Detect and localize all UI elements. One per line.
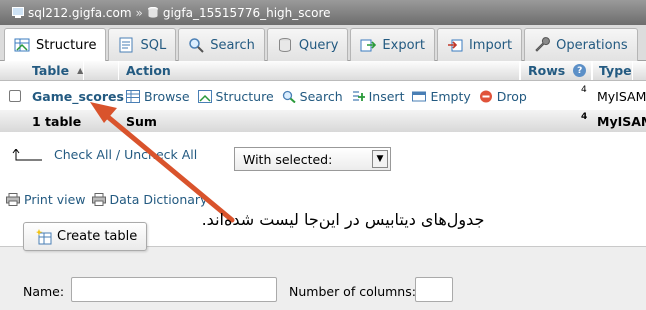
tab-structure-label: Structure (36, 37, 97, 53)
annotation-text: جدول‌های دیتابیس در این‌جا لیست شده‌اند. (201, 210, 485, 229)
browse-action[interactable]: Browse (126, 89, 190, 104)
empty-label: Empty (430, 88, 471, 104)
wrench-icon (535, 37, 551, 52)
print-bar: Print view Data Dictionary (6, 192, 213, 207)
row-count: 4 (581, 85, 587, 95)
summary-count: 1 table (32, 113, 82, 129)
sql-icon (119, 37, 133, 53)
row-checkbox-cell (9, 82, 21, 110)
header-table-label: Table (32, 63, 70, 78)
database-icon (147, 7, 158, 18)
tab-query-label: Query (298, 37, 339, 53)
tab-import[interactable]: Import (436, 28, 523, 61)
drop-icon (479, 90, 492, 102)
header-action: Action (118, 61, 520, 80)
data-dictionary-link[interactable]: Data Dictionary (91, 192, 208, 207)
query-icon (278, 38, 291, 52)
header-type: Type (592, 61, 633, 80)
print-view-label: Print view (24, 192, 86, 207)
tab-sql-label: SQL (140, 37, 167, 53)
chevron-down-icon: ▼ (372, 150, 388, 168)
breadcrumb-database[interactable]: gigfa_15515776_high_score (163, 6, 331, 20)
server-icon (12, 7, 24, 18)
export-icon (360, 39, 377, 52)
row-checkbox[interactable] (9, 90, 21, 102)
drop-action[interactable]: Drop (479, 89, 527, 104)
header-rows-label: Rows (528, 63, 566, 78)
table-name-input[interactable] (71, 277, 277, 302)
summary-rows: 4 (581, 112, 588, 122)
tab-operations-label: Operations (556, 37, 628, 53)
structure-icon (14, 38, 30, 52)
table-row: Game_scores Browse Structure Search Inse… (0, 82, 646, 110)
row-type: MyISAM (597, 88, 646, 104)
name-label: Name: (23, 284, 65, 299)
tab-operations[interactable]: Operations (524, 28, 638, 61)
with-selected-select[interactable]: With selected: ▼ (234, 147, 391, 171)
columns-label: Number of columns: (289, 284, 416, 299)
breadcrumb-server[interactable]: sql212.gigfa.com (28, 6, 132, 20)
tab-sql[interactable]: SQL (108, 28, 177, 61)
printer-icon (91, 193, 106, 206)
tab-search-label: Search (210, 37, 255, 53)
tab-import-label: Import (468, 37, 513, 53)
create-table-label: Create table (57, 229, 138, 244)
print-view-link[interactable]: Print view (6, 192, 86, 207)
breadcrumb-separator: » (135, 5, 143, 20)
arrow-left-up-icon (12, 148, 42, 160)
structure-icon (197, 89, 212, 103)
table-header: Table ▲ Action Rows ? Type (0, 61, 646, 81)
create-table-legend: Create table (23, 222, 147, 251)
tab-query[interactable]: Query (266, 28, 349, 61)
insert-icon (352, 90, 365, 101)
row-table-name-cell: Game_scores (32, 82, 132, 110)
row-actions: Browse Structure Search Insert Empty Dro… (126, 82, 535, 110)
empty-icon (412, 91, 427, 101)
insert-label: Insert (368, 88, 405, 104)
browse-icon (126, 89, 140, 103)
new-table-icon (36, 228, 52, 244)
structure-label: Structure (215, 88, 274, 104)
with-selected-value: With selected: (243, 151, 333, 167)
search-icon (282, 90, 296, 103)
breadcrumb: sql212.gigfa.com » gigfa_15515776_high_s… (0, 0, 646, 25)
summary-type: MyISAM (597, 113, 646, 129)
summary-row: 1 table Sum 4 MyISAM (0, 110, 646, 132)
tab-export[interactable]: Export (350, 28, 435, 61)
summary-label: Sum (126, 113, 157, 129)
data-dictionary-label: Data Dictionary (109, 192, 208, 207)
header-table[interactable]: Table ▲ (32, 61, 85, 80)
sort-asc-icon: ▲ (77, 66, 84, 75)
search-action[interactable]: Search (282, 89, 343, 104)
empty-action[interactable]: Empty (412, 88, 471, 104)
browse-label: Browse (144, 88, 190, 104)
search-label: Search (299, 88, 343, 104)
check-all-link[interactable]: Check All / Uncheck All (54, 147, 197, 162)
structure-action[interactable]: Structure (197, 88, 274, 104)
tab-bar: Structure SQL Search Query Export Import… (0, 25, 646, 61)
import-icon (447, 39, 463, 52)
check-all-bar: Check All / Uncheck All (12, 147, 197, 162)
columns-input[interactable] (415, 277, 453, 302)
tab-search[interactable]: Search (178, 28, 265, 61)
printer-icon (6, 193, 20, 206)
search-icon (189, 38, 204, 53)
tab-export-label: Export (382, 37, 425, 53)
drop-label: Drop (496, 88, 527, 104)
tab-structure[interactable]: Structure (4, 28, 107, 61)
table-name-link[interactable]: Game_scores (32, 89, 124, 104)
insert-action[interactable]: Insert (351, 88, 405, 104)
